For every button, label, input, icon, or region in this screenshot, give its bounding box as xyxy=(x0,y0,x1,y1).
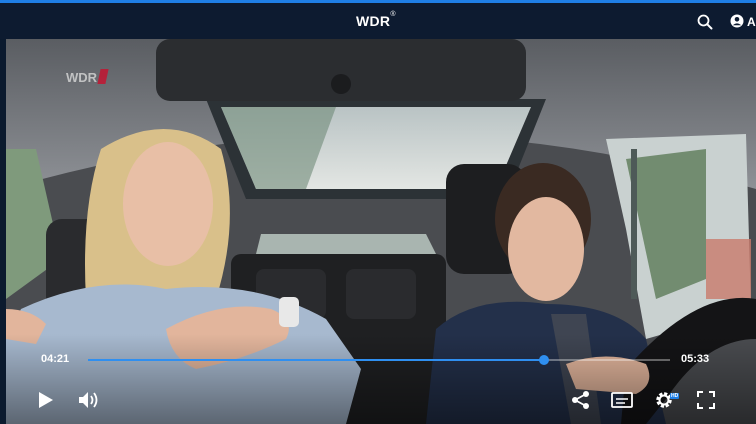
account-label: A xyxy=(747,15,756,29)
duration-time: 05:33 xyxy=(681,353,710,365)
current-time: 04:21 xyxy=(41,353,70,365)
share-button[interactable] xyxy=(570,390,592,415)
controls-overlay xyxy=(6,334,756,424)
site-header: WDR® A xyxy=(0,3,756,39)
video-player[interactable]: WDR 04:21 05:33 HD xyxy=(6,39,756,424)
watermark-text: WDR xyxy=(66,70,98,85)
progress-bar[interactable] xyxy=(88,355,670,365)
search-icon[interactable] xyxy=(697,14,713,30)
account-icon xyxy=(730,14,744,31)
wdr-watermark: WDR xyxy=(66,69,109,85)
progress-fill xyxy=(88,359,545,361)
volume-button[interactable] xyxy=(78,391,100,413)
fullscreen-icon xyxy=(696,390,716,415)
watermark-bar xyxy=(97,69,109,84)
volume-icon xyxy=(78,391,100,414)
logo-text: WDR xyxy=(356,13,391,29)
play-icon xyxy=(36,391,54,414)
subtitles-button[interactable] xyxy=(611,391,633,413)
wdr-logo[interactable]: WDR® xyxy=(356,11,396,29)
share-icon xyxy=(571,390,591,415)
account-button[interactable]: A xyxy=(730,13,756,31)
registered-mark: ® xyxy=(390,11,396,18)
subtitles-icon xyxy=(611,391,633,414)
play-button[interactable] xyxy=(34,391,56,413)
fullscreen-button[interactable] xyxy=(695,390,717,415)
hd-badge: HD xyxy=(670,393,680,399)
